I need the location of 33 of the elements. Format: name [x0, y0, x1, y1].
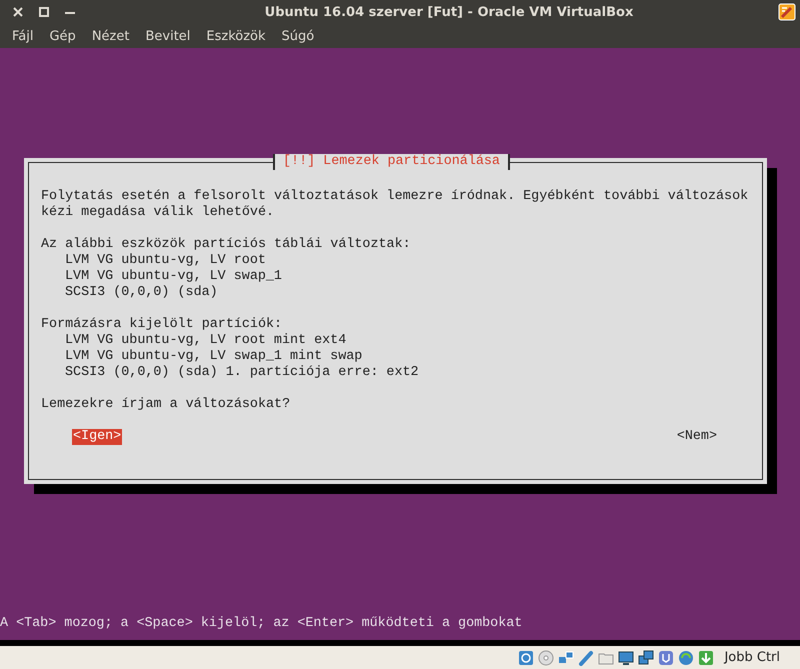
- menu-item[interactable]: Gép: [43, 26, 82, 46]
- shield-icon[interactable]: [658, 650, 674, 666]
- menu-item[interactable]: Eszközök: [200, 26, 272, 46]
- list-item: LVM VG ubuntu-vg, LV swap_1: [65, 269, 282, 284]
- list-item: LVM VG ubuntu-vg, LV swap_1 mint swap: [65, 349, 362, 364]
- menu-item[interactable]: Súgó: [276, 26, 320, 46]
- list-item: SCSI3 (0,0,0) (sda) 1. partíciója erre: ext2: [65, 365, 419, 380]
- section-heading: Formázásra kijelölt partíciók:: [41, 317, 284, 333]
- pen-icon[interactable]: [578, 650, 594, 666]
- dialog-button[interactable]: <Nem>: [676, 429, 718, 445]
- section-heading: Az alábbi eszközök partíciós táblái változtak:: [41, 237, 412, 253]
- intro-text: Folytatás esetén a felsorolt változtatások lemezre íródnak. Egyébként további változások kézi megadása válik lehetővé.: [41, 189, 750, 221]
- menu-item[interactable]: Bevitel: [139, 26, 196, 46]
- menu-item[interactable]: Nézet: [86, 26, 136, 46]
- host-key-label: Jobb Ctrl: [724, 650, 780, 665]
- screens-icon[interactable]: [638, 650, 654, 666]
- menu-item[interactable]: Fájl: [6, 26, 40, 46]
- dialog-title: [!!] Lemezek particionálása: [273, 154, 510, 170]
- network-icon[interactable]: [558, 650, 574, 666]
- question-text: Lemezekre írjam a változásokat?: [41, 397, 290, 412]
- list-item: LVM VG ubuntu-vg, LV root: [65, 253, 266, 268]
- download-icon[interactable]: [698, 650, 714, 666]
- window-title: Ubuntu 16.04 szerver [Fut] - Oracle VM VirtualBox: [264, 4, 634, 20]
- disc-icon[interactable]: [538, 650, 554, 666]
- app-icon: [778, 3, 796, 21]
- help-text: A <Tab> mozog; a <Space> kijelöl; az <Enter> működteti a gombokat: [0, 616, 524, 633]
- maximize-icon: [39, 7, 49, 17]
- dialog-button[interactable]: <Igen>: [72, 429, 122, 445]
- monitor-icon[interactable]: [618, 650, 634, 666]
- list-item: SCSI3 (0,0,0) (sda): [65, 285, 218, 300]
- close-icon: [13, 7, 23, 17]
- list-item: LVM VG ubuntu-vg, LV root mint ext4: [65, 333, 346, 348]
- circle-arrows-icon[interactable]: [678, 650, 694, 666]
